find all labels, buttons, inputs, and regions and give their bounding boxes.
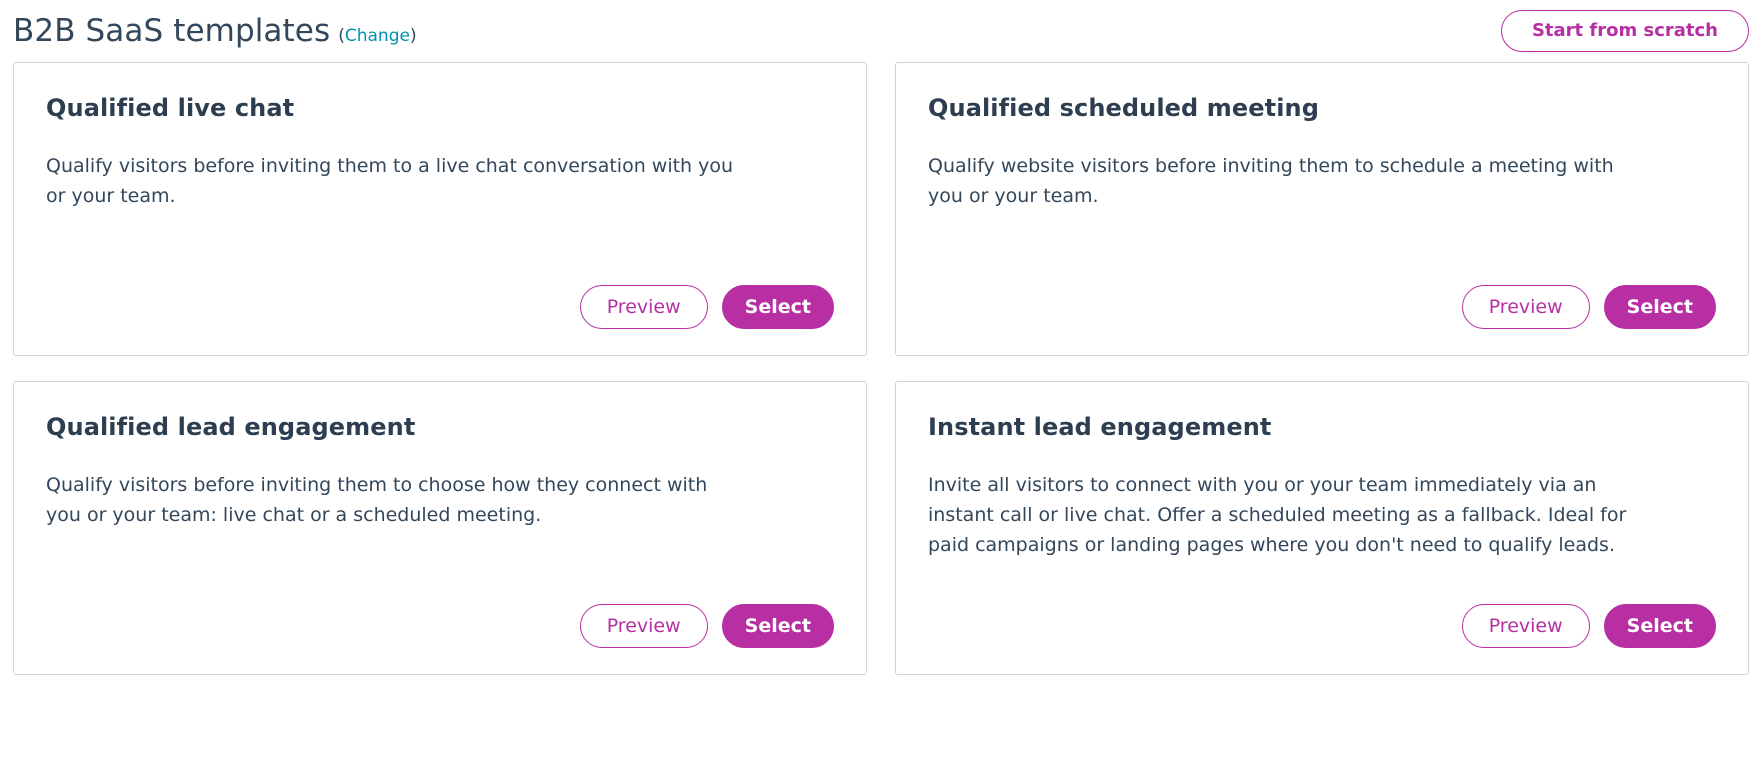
template-card-description: Qualify visitors before inviting them to… bbox=[46, 155, 734, 207]
title-group: B2B SaaS templates (Change) bbox=[13, 13, 417, 49]
template-card[interactable]: Qualified scheduled meeting Qualify webs… bbox=[895, 62, 1749, 356]
select-button[interactable]: Select bbox=[1603, 285, 1716, 329]
change-template-link[interactable]: Change bbox=[345, 26, 410, 46]
select-button[interactable]: Select bbox=[1603, 604, 1716, 648]
template-card-actions: Preview Select bbox=[928, 261, 1716, 329]
select-button[interactable]: Select bbox=[721, 285, 834, 329]
template-card-title: Qualified live chat bbox=[46, 94, 295, 122]
template-card-description: Invite all visitors to connect with you … bbox=[928, 474, 1627, 556]
page-header: B2B SaaS templates (Change) Start from s… bbox=[10, 0, 1752, 62]
template-card[interactable]: Qualified live chat Qualify visitors bef… bbox=[13, 62, 867, 356]
template-card-title: Instant lead engagement bbox=[928, 413, 1272, 441]
template-card-title: Qualified scheduled meeting bbox=[928, 94, 1320, 122]
template-card-description: Qualify visitors before inviting them to… bbox=[46, 474, 708, 526]
template-card-actions: Preview Select bbox=[928, 580, 1716, 648]
template-picker-page: B2B SaaS templates (Change) Start from s… bbox=[0, 0, 1762, 781]
change-paren-close: ) bbox=[409, 26, 417, 46]
template-card-title: Qualified lead engagement bbox=[46, 413, 416, 441]
template-card-actions: Preview Select bbox=[46, 580, 834, 648]
template-card[interactable]: Qualified lead engagement Qualify visito… bbox=[13, 381, 867, 675]
change-group: (Change) bbox=[338, 26, 416, 46]
template-card[interactable]: Instant lead engagement Invite all visit… bbox=[895, 381, 1749, 675]
preview-button[interactable]: Preview bbox=[579, 285, 708, 329]
template-card-grid: Qualified live chat Qualify visitors bef… bbox=[10, 62, 1752, 675]
select-button[interactable]: Select bbox=[721, 604, 834, 648]
template-card-description: Qualify website visitors before inviting… bbox=[928, 155, 1614, 207]
page-title: B2B SaaS templates bbox=[13, 13, 331, 49]
preview-button[interactable]: Preview bbox=[579, 604, 708, 648]
change-paren-open: ( bbox=[338, 26, 345, 46]
preview-button[interactable]: Preview bbox=[1461, 604, 1590, 648]
preview-button[interactable]: Preview bbox=[1461, 285, 1590, 329]
start-from-scratch-button[interactable]: Start from scratch bbox=[1500, 10, 1749, 52]
template-card-actions: Preview Select bbox=[46, 261, 834, 329]
